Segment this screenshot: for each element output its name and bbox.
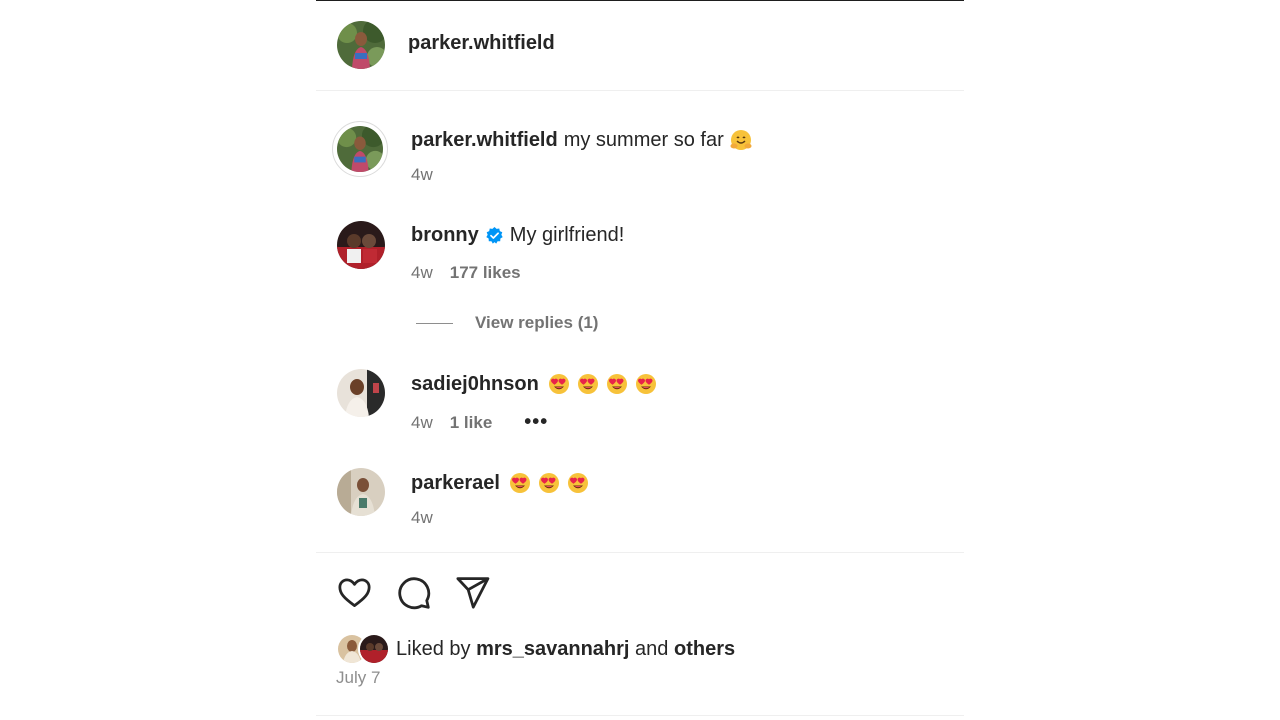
comment-text: My girlfriend! [509,224,625,246]
comment-likes[interactable]: 1 like [450,413,493,433]
caption-username[interactable]: parker.whitfield [411,129,558,152]
caption-line: parker.whitfield my summer so far [411,128,753,152]
action-bar [336,574,491,611]
comment-username[interactable]: bronny [411,224,479,247]
heart-eyes-emoji [547,372,571,396]
commenter-avatar[interactable] [337,468,385,516]
post-comments-panel: parker.whitfield parker.whitfield my sum… [316,0,964,720]
comment-meta: 4w [411,508,433,528]
caption-meta: 4w [411,165,433,185]
commenter-avatar[interactable] [337,369,385,417]
comment-time: 4w [411,412,433,432]
view-replies-label[interactable]: View replies (1) [475,313,598,333]
caption-avatar[interactable] [332,121,388,177]
view-replies-button[interactable]: View replies (1) [416,313,598,333]
caption-text: my summer so far [563,128,724,151]
post-header: parker.whitfield [316,0,964,91]
heart-eyes-emoji [537,471,561,495]
comment-icon[interactable] [395,574,432,611]
heart-eyes-emoji [605,372,629,396]
comment-time: 4w [411,508,433,527]
author-avatar[interactable] [337,21,385,69]
post-date: July 7 [336,668,381,687]
heart-eyes-emoji [508,471,532,495]
heart-icon[interactable] [336,574,373,611]
liked-by-row: Liked by mrs_savannahrj and others [336,633,735,665]
heart-eyes-emoji [566,471,590,495]
comment-time: 4w [411,263,433,282]
verified-badge-icon [485,226,504,245]
comment-meta: 4w 1 like ••• [411,411,548,434]
author-username[interactable]: parker.whitfield [408,32,555,55]
liker-avatar[interactable] [358,633,390,665]
replies-dash [416,322,453,324]
hugging-face-emoji [729,128,753,152]
comment-username[interactable]: parkerael [411,472,500,495]
commenter-avatar[interactable] [337,221,385,269]
more-options-icon[interactable]: ••• [524,411,548,434]
liked-by-others-link[interactable]: others [674,638,735,660]
comment-meta: 4w 177 likes [411,263,521,283]
comment-line: bronny My girlfriend! [411,224,624,247]
liked-by-text: Liked by mrs_savannahrj and others [396,638,735,661]
comment-username[interactable]: sadiej0hnson [411,373,539,396]
comment-likes[interactable]: 177 likes [450,263,521,283]
heart-eyes-emoji [634,372,658,396]
comment-line: sadiej0hnson [411,372,658,396]
liked-by-joiner: and [635,637,669,660]
liked-by-prefix: Liked by [396,637,471,660]
heart-eyes-emoji [576,372,600,396]
actions-divider [316,552,964,553]
bottom-divider [316,715,964,716]
comment-line: parkerael [411,471,590,495]
liked-by-user-link[interactable]: mrs_savannahrj [476,638,629,660]
caption-time: 4w [411,165,433,184]
share-icon[interactable] [454,574,491,611]
